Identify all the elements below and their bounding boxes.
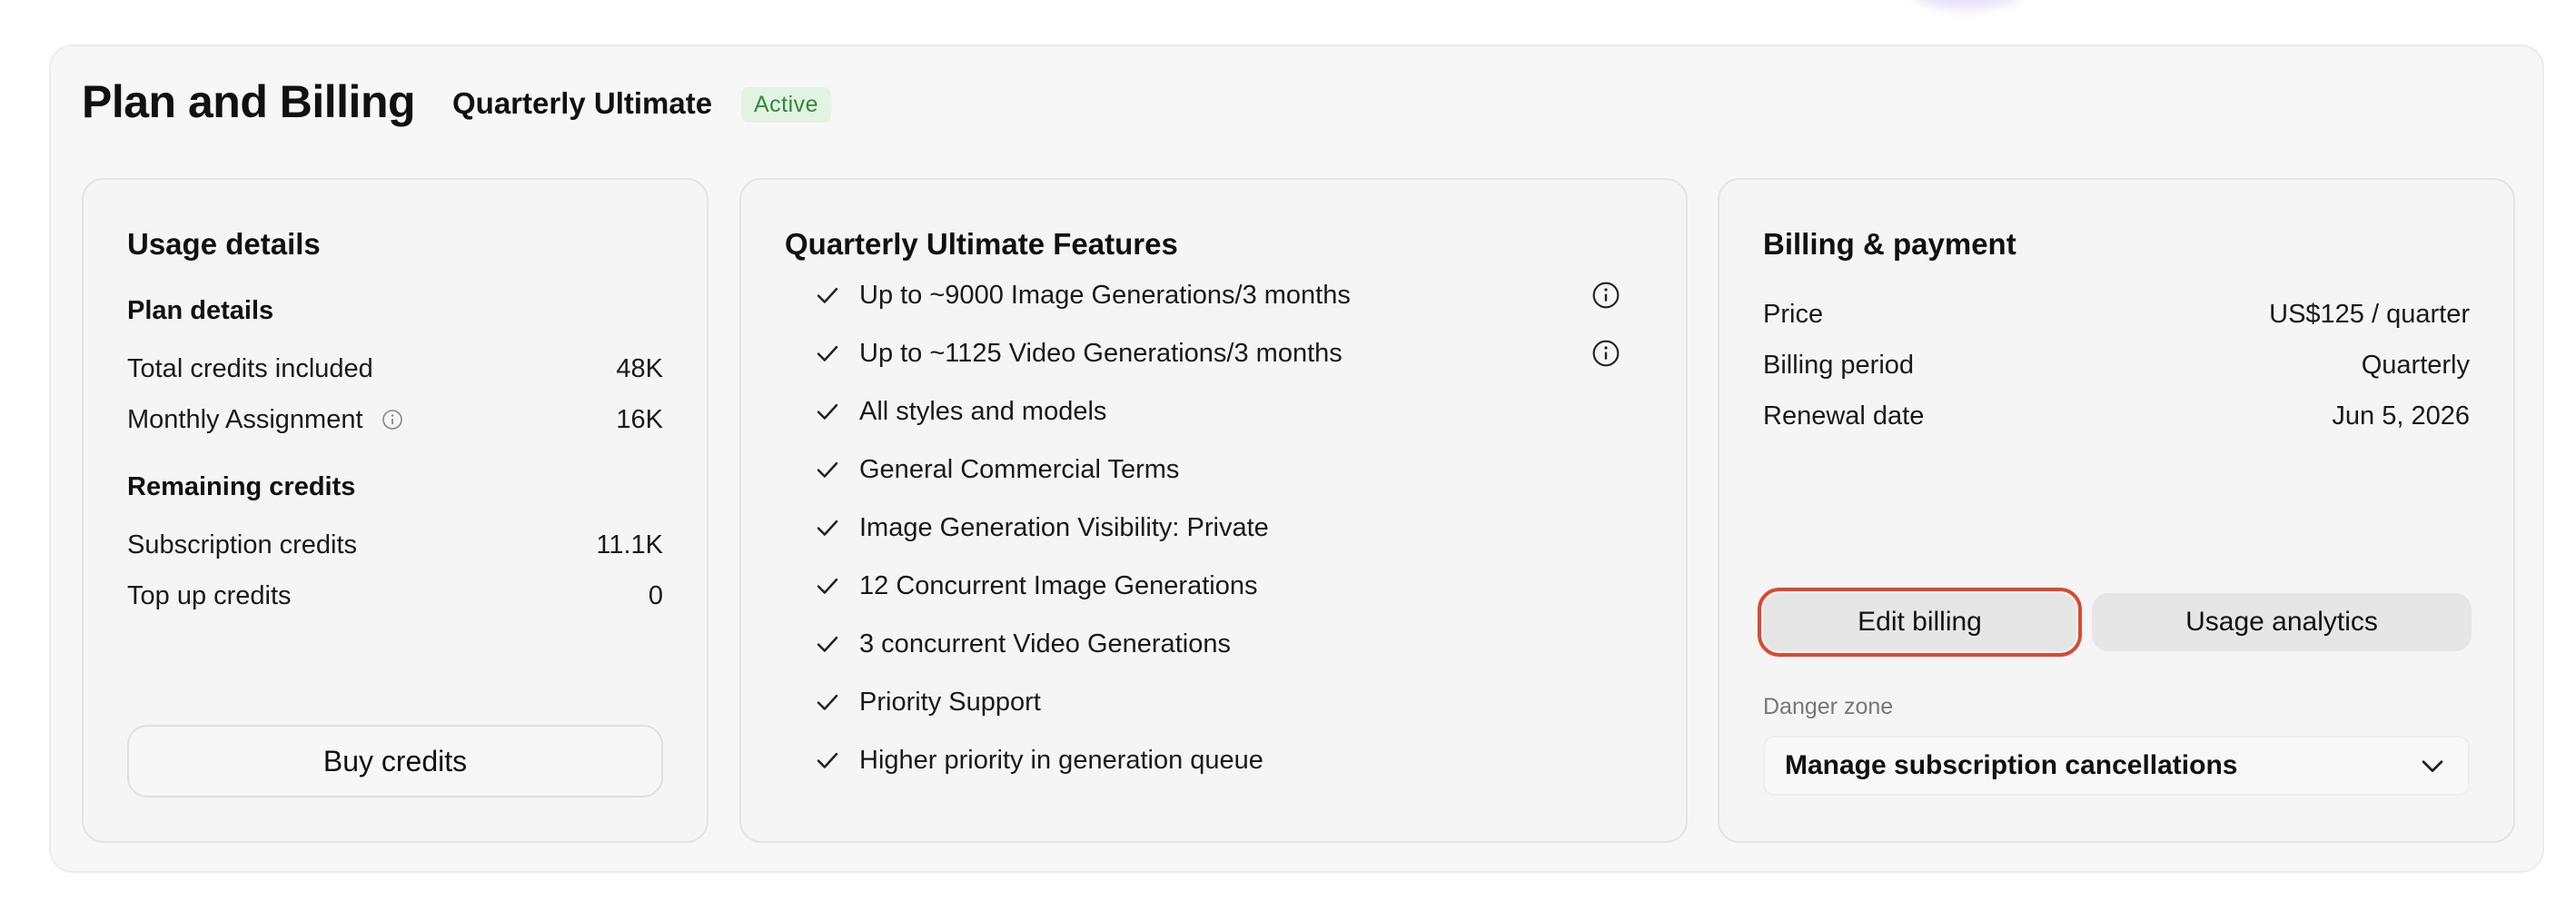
checkmark-icon — [817, 752, 838, 768]
features-card-title: Quarterly Ultimate Features — [785, 227, 1178, 261]
billing-card: Billing & payment Price US$125 / quarter… — [1718, 178, 2515, 843]
buy-credits-button[interactable]: Buy credits — [127, 725, 663, 797]
price-row: Price US$125 / quarter — [1763, 296, 2470, 332]
feature-text: All styles and models — [859, 396, 1107, 426]
checkmark-icon — [817, 636, 838, 652]
feature-text: 12 Concurrent Image Generations — [859, 570, 1258, 600]
checkmark-icon — [817, 694, 838, 710]
billing-period-row: Billing period Quarterly — [1763, 347, 2470, 383]
feature-item: All styles and models — [814, 391, 1620, 431]
feature-text: Up to ~1125 Video Generations/3 months — [859, 338, 1342, 368]
feature-item: Higher priority in generation queue — [814, 740, 1620, 780]
danger-zone-label: Danger zone — [1763, 694, 1894, 719]
billing-card-title: Billing & payment — [1763, 227, 2016, 261]
info-icon[interactable] — [1591, 281, 1620, 310]
usage-details-card: Usage details Plan details Total credits… — [82, 178, 708, 843]
feature-item: Priority Support — [814, 682, 1620, 722]
usage-analytics-button[interactable]: Usage analytics — [2092, 593, 2472, 651]
info-icon[interactable] — [1591, 339, 1620, 368]
top-up-credits-row: Top up credits 0 — [127, 578, 663, 614]
features-card: Quarterly Ultimate Features Up to ~9000 … — [739, 178, 1688, 843]
chevron-down-icon — [2422, 760, 2443, 773]
row-value: Jun 5, 2026 — [2332, 401, 2470, 431]
feature-text: General Commercial Terms — [859, 454, 1180, 484]
row-label: Price — [1763, 299, 1824, 329]
checkmark-icon — [817, 403, 838, 420]
row-label: Monthly Assignment — [127, 404, 363, 434]
page-title: Plan and Billing — [82, 76, 416, 127]
plan-name: Quarterly Ultimate — [452, 86, 713, 120]
row-label: Total credits included — [127, 353, 373, 383]
feature-item: Image Generation Visibility: Private — [814, 508, 1620, 548]
checkmark-icon — [817, 461, 838, 478]
row-value: 48K — [616, 353, 663, 383]
feature-text: Up to ~9000 Image Generations/3 months — [859, 280, 1351, 310]
feature-text: Image Generation Visibility: Private — [859, 512, 1269, 542]
row-label: Subscription credits — [127, 530, 358, 560]
checkmark-icon — [817, 520, 838, 536]
feature-item: 3 concurrent Video Generations — [814, 624, 1620, 664]
feature-item: 12 Concurrent Image Generations — [814, 566, 1620, 606]
feature-item: Up to ~9000 Image Generations/3 months — [814, 275, 1620, 315]
decorative-blob — [1912, 0, 2021, 9]
feature-item: Up to ~1125 Video Generations/3 months — [814, 333, 1620, 373]
cancellation-dropdown[interactable]: Manage subscription cancellations — [1763, 736, 2470, 796]
remaining-credits-heading: Remaining credits — [127, 472, 356, 501]
total-credits-row: Total credits included 48K — [127, 351, 663, 387]
edit-billing-button[interactable]: Edit billing — [1758, 588, 2082, 657]
checkmark-icon — [817, 345, 838, 361]
checkmark-icon — [817, 578, 838, 594]
row-label: Billing period — [1763, 350, 1915, 380]
row-value: US$125 / quarter — [2269, 299, 2470, 329]
row-value: Quarterly — [2361, 350, 2470, 380]
row-value: 11.1K — [596, 530, 663, 560]
info-icon[interactable] — [381, 409, 403, 431]
feature-item: General Commercial Terms — [814, 450, 1620, 490]
plan-details-heading: Plan details — [127, 296, 274, 325]
checkmark-icon — [817, 287, 838, 303]
feature-text: Higher priority in generation queue — [859, 745, 1263, 775]
usage-card-title: Usage details — [127, 227, 321, 261]
subscription-credits-row: Subscription credits 11.1K — [127, 527, 663, 563]
row-label: Top up credits — [127, 580, 292, 610]
renewal-date-row: Renewal date Jun 5, 2026 — [1763, 398, 2470, 434]
row-label-group: Monthly Assignment — [127, 405, 403, 435]
status-badge: Active — [741, 87, 832, 123]
row-value: 0 — [648, 580, 663, 610]
row-label: Renewal date — [1763, 401, 1925, 431]
dropdown-value: Manage subscription cancellations — [1785, 750, 2238, 780]
feature-text: 3 concurrent Video Generations — [859, 629, 1231, 659]
monthly-assignment-row: Monthly Assignment 16K — [127, 401, 663, 438]
feature-text: Priority Support — [859, 687, 1041, 717]
plan-billing-panel: Plan and Billing Quarterly Ultimate Acti… — [49, 45, 2544, 873]
row-value: 16K — [616, 404, 663, 434]
